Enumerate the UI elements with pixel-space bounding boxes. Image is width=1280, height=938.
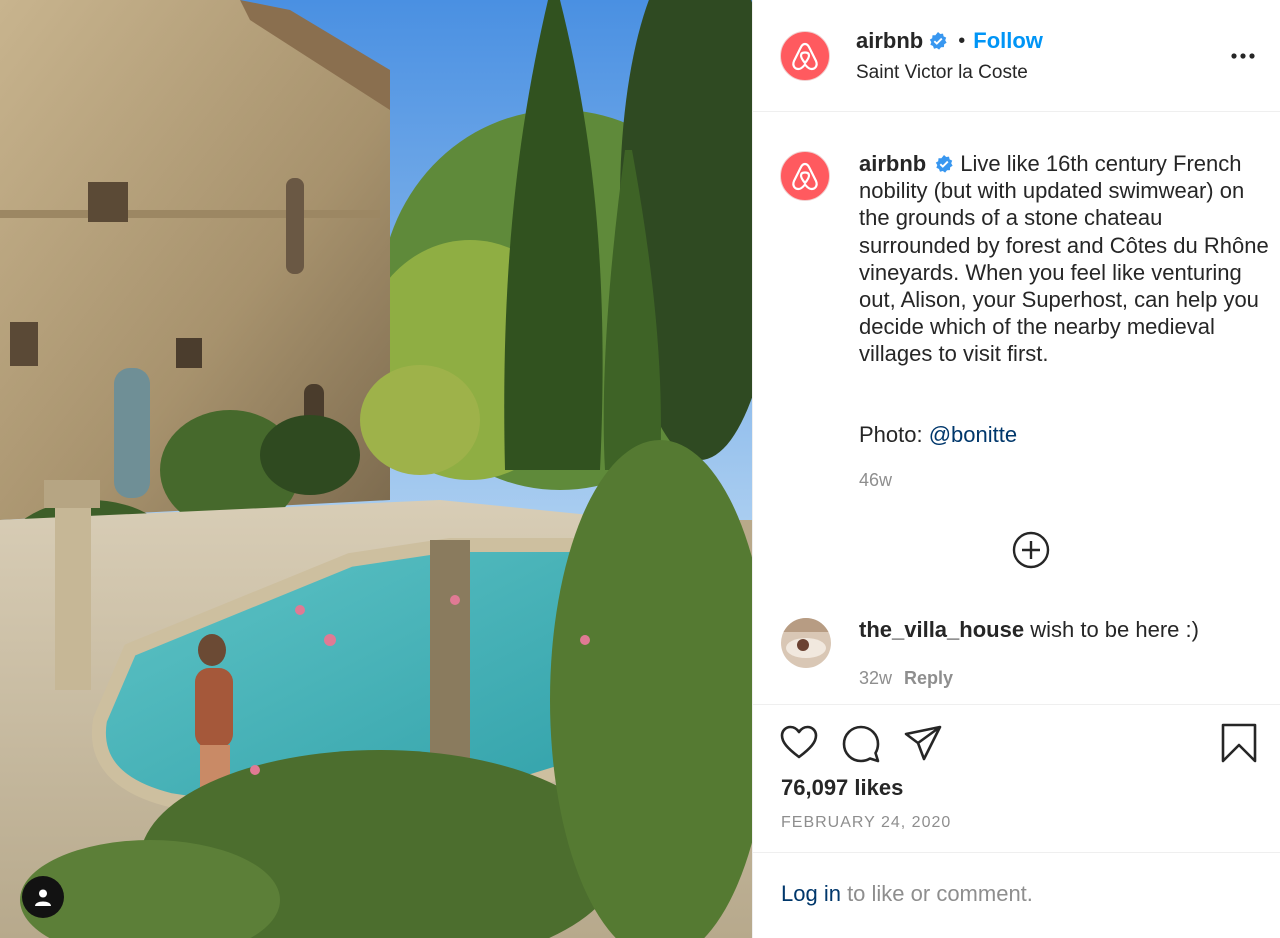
comment-meta: 32w Reply <box>859 668 953 689</box>
bookmark-icon <box>1221 723 1257 763</box>
separator-dot: • <box>958 29 966 52</box>
post-photo[interactable] <box>0 0 752 938</box>
reply-button[interactable]: Reply <box>904 668 953 688</box>
caption-timestamp[interactable]: 46w <box>859 470 892 491</box>
post-location[interactable]: Saint Victor la Coste <box>856 62 1028 84</box>
load-more-comments-button[interactable] <box>1011 530 1051 570</box>
comment-body: the_villa_house wish to be here :) <box>859 617 1199 643</box>
photo-credit-prefix: Photo: <box>859 422 929 447</box>
photo-credit-mention[interactable]: @bonitte <box>929 422 1017 447</box>
airbnb-logo-icon <box>792 162 818 191</box>
login-link[interactable]: Log in <box>781 881 841 906</box>
commenter-username[interactable]: the_villa_house <box>859 617 1024 642</box>
comment-bubble-icon <box>842 725 880 763</box>
likes-count[interactable]: 76,097 likes <box>781 775 903 801</box>
more-options-button[interactable] <box>1229 44 1257 68</box>
chateau-pool-image <box>0 0 752 938</box>
comment-text: wish to be here :) <box>1030 617 1199 642</box>
plus-circle-icon <box>1012 531 1050 569</box>
share-button[interactable] <box>903 722 943 764</box>
user-tag-icon <box>35 889 51 906</box>
user-tags-button[interactable] <box>22 876 64 918</box>
commenter-avatar[interactable] <box>781 618 831 668</box>
verified-badge-icon <box>930 32 947 50</box>
account-avatar[interactable] <box>780 31 830 81</box>
follow-button[interactable]: Follow <box>973 28 1043 54</box>
commenter-photo <box>781 618 831 668</box>
comment-timestamp[interactable]: 32w <box>859 668 892 688</box>
like-button[interactable] <box>779 722 819 764</box>
save-button[interactable] <box>1219 722 1259 764</box>
footer-divider <box>753 852 1280 853</box>
airbnb-logo-icon <box>792 42 818 71</box>
account-username[interactable]: airbnb <box>856 28 923 54</box>
post-details-panel: airbnb • Follow Saint Victor la Coste ai… <box>752 0 1280 938</box>
login-prompt: Log in to like or comment. <box>781 881 1033 907</box>
header-account-line: airbnb • Follow <box>856 28 1043 54</box>
photo-credit: Photo: @bonitte <box>859 422 1017 448</box>
caption-avatar[interactable] <box>780 151 830 201</box>
comment-button[interactable] <box>841 722 881 764</box>
verified-badge-icon <box>936 155 953 173</box>
heart-icon <box>780 725 818 759</box>
caption-text: Live like 16th century French nobility (… <box>859 151 1269 367</box>
paper-plane-icon <box>904 725 942 761</box>
actions-divider <box>753 704 1280 705</box>
login-prompt-text: to like or comment. <box>840 881 1033 906</box>
post-date[interactable]: FEBRUARY 24, 2020 <box>781 814 951 832</box>
caption-username[interactable]: airbnb <box>859 151 926 176</box>
more-options-icon <box>1231 53 1255 59</box>
header-divider <box>753 111 1280 112</box>
post-caption: airbnb Live like 16th century French nob… <box>859 150 1269 368</box>
